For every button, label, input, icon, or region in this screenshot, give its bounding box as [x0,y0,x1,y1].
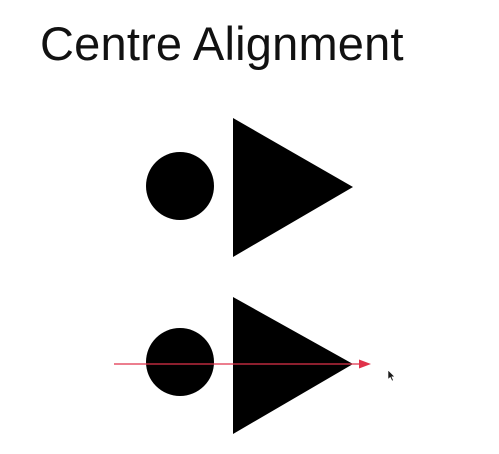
circle-shape [146,152,214,220]
arrow-head-icon [359,359,371,369]
slide: Centre Alignment [0,0,499,454]
triangle-shape [233,297,353,434]
alignment-diagram [114,118,396,434]
circle-shape [146,328,214,396]
mouse-pointer-icon [387,369,396,382]
example-unaligned [146,118,353,257]
example-centre-aligned [114,297,371,434]
triangle-shape [233,118,353,257]
